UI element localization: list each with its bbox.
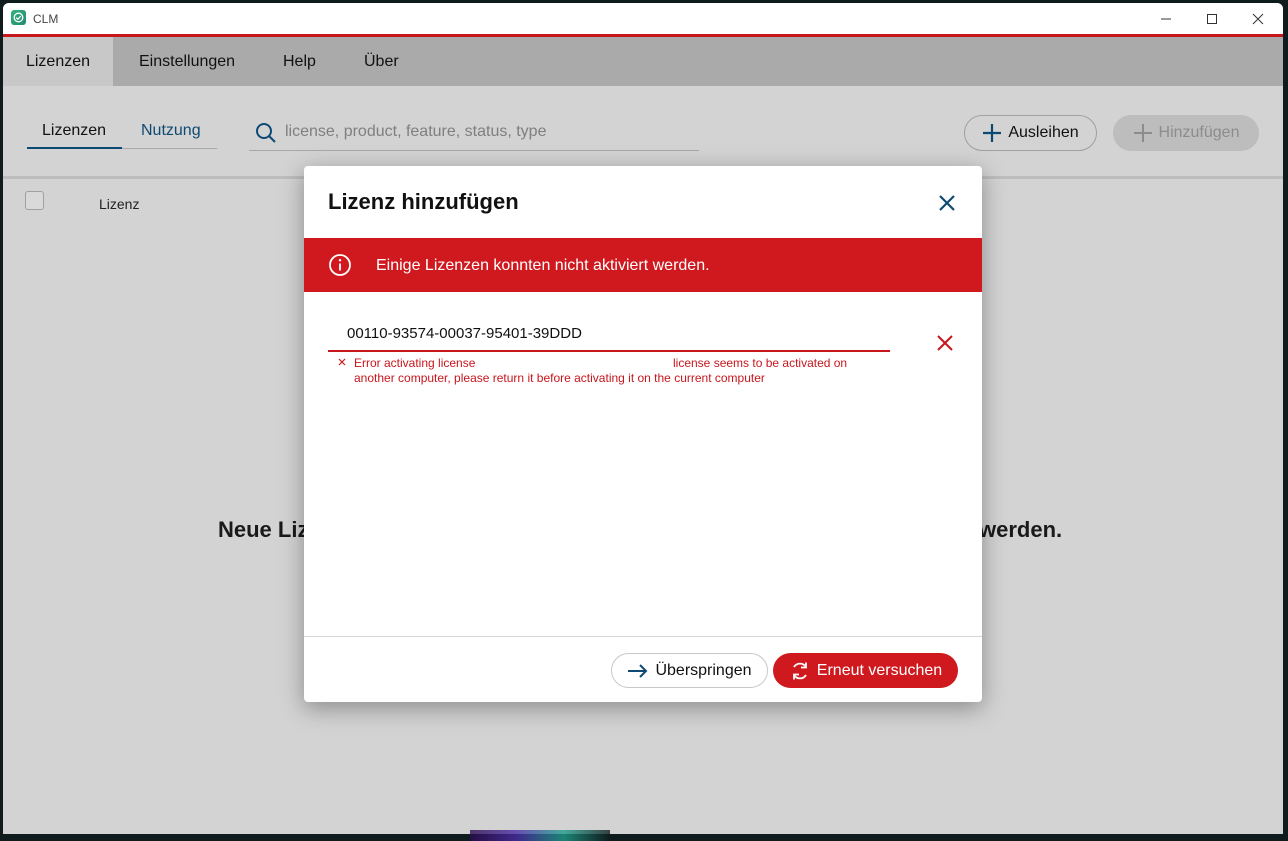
skip-button-label: Überspringen — [655, 661, 752, 679]
maximize-icon — [1207, 13, 1217, 24]
menu-item-einstellungen[interactable]: Einstellungen — [139, 37, 235, 86]
tab-underline — [122, 148, 217, 149]
menu-item-label: Einstellungen — [139, 52, 236, 70]
error-icon — [338, 358, 346, 366]
retry-button-label: Erneut versuchen — [816, 661, 943, 679]
retry-button[interactable]: Erneut versuchen — [773, 653, 958, 688]
remove-license-icon[interactable] — [935, 333, 955, 353]
plus-icon — [1133, 124, 1152, 142]
main-menu: Lizenzen Einstellungen Help Über — [3, 37, 1283, 86]
select-all-checkbox[interactable] — [25, 191, 44, 210]
error-line-1b: license seems to be activated on — [673, 356, 848, 370]
dialog-footer-divider — [304, 636, 982, 637]
refresh-icon — [792, 662, 807, 679]
license-input-underline — [328, 350, 890, 352]
error-banner-text: Einige Lizenzen konnten nicht aktiviert … — [376, 257, 710, 274]
app-title: CLM — [33, 12, 59, 26]
menu-item-label: Über — [364, 52, 399, 70]
column-header-lizenz[interactable]: Lizenz — [99, 196, 139, 212]
tab-nutzung[interactable]: Nutzung — [141, 122, 201, 140]
minimize-button[interactable] — [1143, 3, 1189, 34]
plus-icon — [983, 124, 1002, 142]
skip-button[interactable]: Überspringen — [611, 653, 768, 688]
search-icon — [256, 123, 276, 143]
menu-item-ueber[interactable]: Über — [364, 37, 399, 86]
error-line-2: another computer, please return it befor… — [354, 371, 765, 385]
add-button[interactable]: Hinzufügen — [1113, 115, 1259, 151]
menu-item-label: Lizenzen — [25, 52, 91, 70]
info-icon — [329, 254, 351, 276]
maximize-button[interactable] — [1189, 3, 1235, 34]
tab-lizenzen[interactable]: Lizenzen — [42, 122, 106, 140]
add-button-label: Hinzufügen — [1158, 124, 1240, 141]
taskbar-glow — [470, 830, 610, 841]
empty-state-text-right: werden. — [979, 517, 1063, 542]
search-underline — [249, 150, 699, 151]
menu-item-label: Help — [283, 52, 316, 70]
minimize-icon — [1161, 18, 1171, 19]
error-line-1a: Error activating license — [354, 356, 476, 370]
close-icon — [1252, 13, 1264, 24]
add-license-dialog: Lizenz hinzufügen Einige Lizenzen konnte… — [304, 166, 982, 702]
borrow-button[interactable]: Ausleihen — [964, 115, 1097, 151]
dialog-title: Lizenz hinzufügen — [328, 189, 519, 214]
search-input[interactable]: license, product, feature, status, type — [285, 123, 546, 141]
dialog-close-icon[interactable] — [936, 192, 958, 214]
error-banner: Einige Lizenzen konnten nicht aktiviert … — [304, 238, 982, 292]
borrow-button-label: Ausleihen — [1008, 124, 1079, 141]
active-tab-indicator — [27, 147, 122, 149]
app-logo-icon — [11, 10, 26, 25]
title-bar: CLM — [3, 3, 1283, 34]
window-close-button[interactable] — [1235, 3, 1281, 34]
menu-item-lizenzen[interactable]: Lizenzen — [3, 37, 113, 86]
menu-item-help[interactable]: Help — [283, 37, 316, 86]
license-key-input[interactable]: 00110-93574-00037-95401-39DDD — [347, 325, 582, 342]
empty-state-text-left: Neue Liz — [218, 517, 309, 542]
arrow-right-icon — [628, 663, 648, 678]
